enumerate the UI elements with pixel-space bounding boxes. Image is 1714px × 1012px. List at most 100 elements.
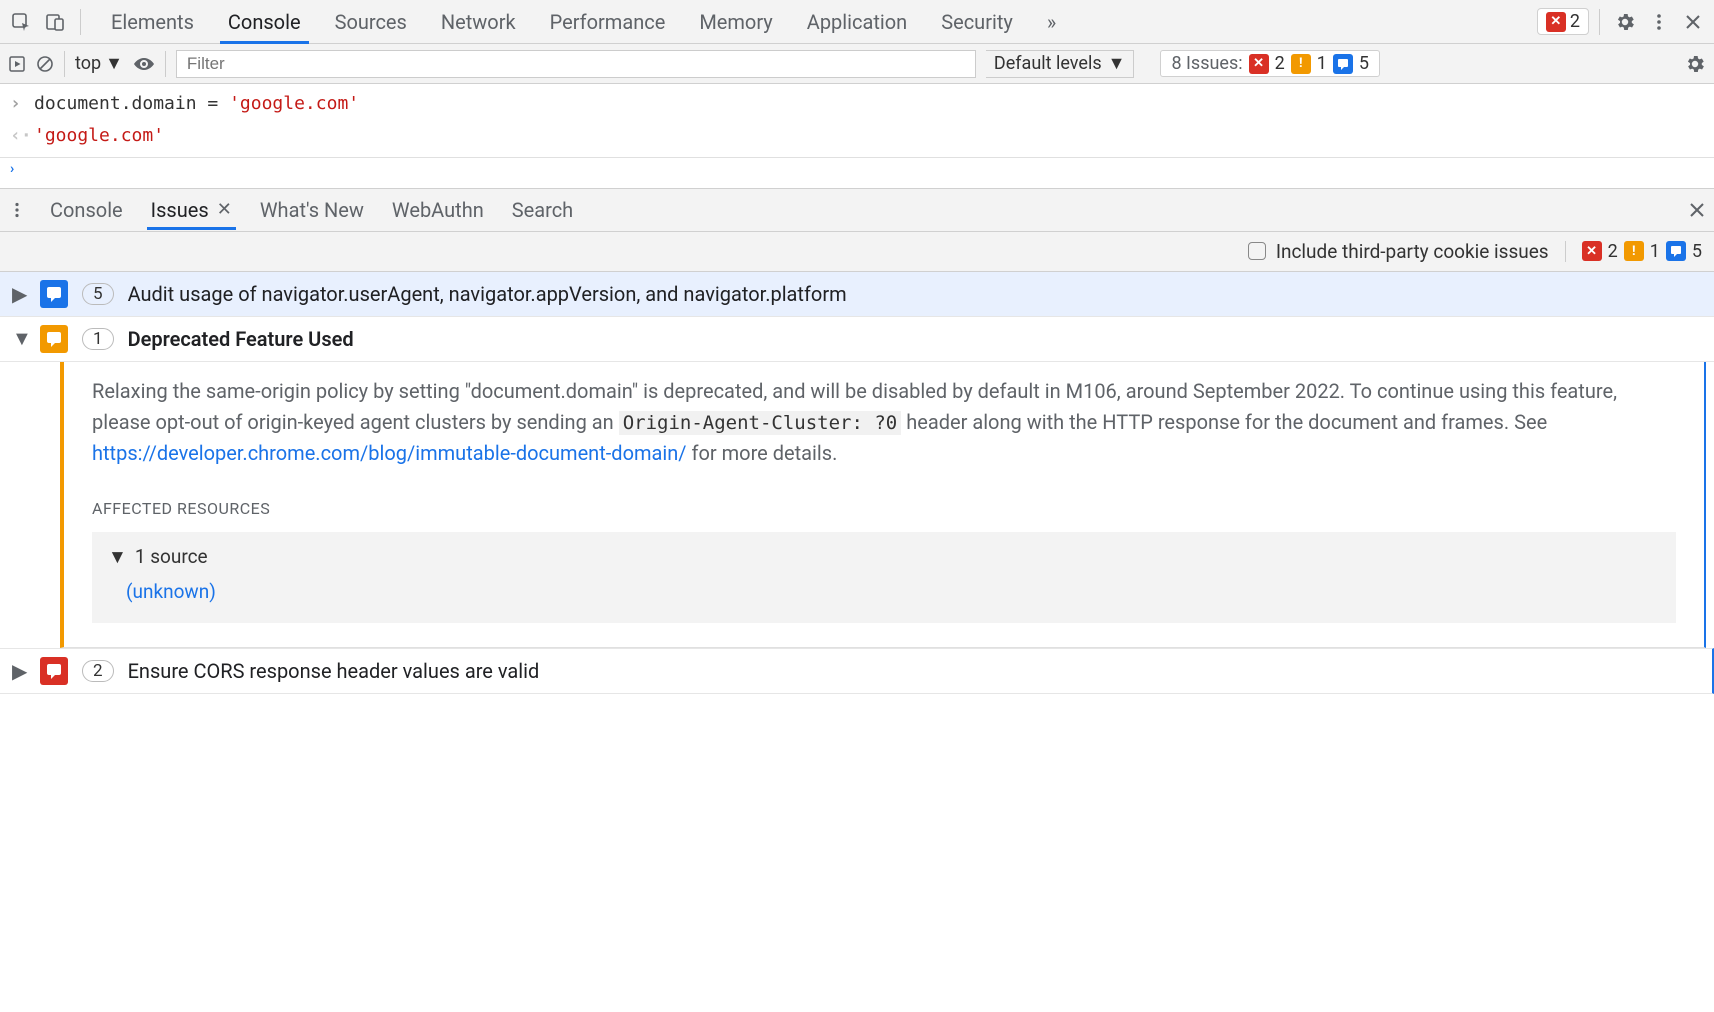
chevron-down-icon: ▼: [1108, 53, 1126, 74]
console-prompt-row[interactable]: ›: [0, 158, 1714, 180]
tab-network[interactable]: Network: [433, 0, 524, 44]
close-devtools-icon[interactable]: [1678, 7, 1708, 37]
issues-counts-bar: ✕ 2 ! 1 5: [1565, 241, 1702, 262]
desc-part2: header along with the HTTP response for …: [901, 410, 1547, 434]
affected-resources-heading: Affected Resources: [92, 497, 1676, 522]
tab-console[interactable]: Console: [220, 0, 309, 44]
warning-count: 1: [1317, 53, 1327, 74]
error-count: 2: [1275, 53, 1285, 74]
input-marker-icon: ›: [10, 88, 24, 120]
collapse-arrow-icon[interactable]: ▼: [12, 326, 26, 351]
error-kind-icon: [40, 657, 68, 685]
log-levels-select[interactable]: Default levels ▼: [986, 50, 1135, 78]
kebab-menu-icon[interactable]: [1644, 7, 1674, 37]
source-count-label: 1 source: [135, 542, 208, 571]
issue-row-deprecated[interactable]: ▼ 1 Deprecated Feature Used: [0, 317, 1714, 362]
info-count: 5: [1692, 241, 1702, 262]
issue-title: Ensure CORS response header values are v…: [128, 659, 540, 683]
filter-input[interactable]: [176, 50, 976, 78]
tab-performance[interactable]: Performance: [542, 0, 674, 44]
warning-count: 1: [1650, 241, 1660, 262]
issues-options-bar: Include third-party cookie issues ✕ 2 ! …: [0, 232, 1714, 272]
expand-arrow-icon[interactable]: ▶: [12, 659, 26, 683]
separator: [80, 9, 81, 35]
collapse-arrow-icon[interactable]: ▼: [108, 542, 127, 571]
drawer-tab-issues-label: Issues: [151, 198, 209, 222]
context-label: top: [75, 53, 101, 74]
drawer-tab-search[interactable]: Search: [508, 190, 577, 230]
console-toolbar: top ▼ Default levels ▼ 8 Issues: ✕ 2 ! 1…: [0, 44, 1714, 84]
live-expression-eye-icon[interactable]: [133, 56, 155, 72]
devtools-topbar: Elements Console Sources Network Perform…: [0, 0, 1714, 44]
tab-security[interactable]: Security: [933, 0, 1021, 44]
issues-label: 8 Issues:: [1171, 53, 1242, 74]
error-count-text: 2: [1570, 11, 1580, 32]
affected-source-row[interactable]: ▼ 1 source: [108, 542, 1660, 571]
issue-row-audit[interactable]: ▶ 5 Audit usage of navigator.userAgent, …: [0, 272, 1714, 317]
third-party-cookie-toggle[interactable]: Include third-party cookie issues: [1248, 240, 1549, 263]
desc-part3: for more details.: [687, 441, 838, 465]
console-output-value: 'google.com': [34, 120, 164, 152]
separator: [1599, 9, 1600, 35]
warning-kind-icon: [40, 325, 68, 353]
issue-count-badge: 1: [82, 328, 114, 350]
chevron-down-icon: ▼: [105, 53, 123, 74]
expand-arrow-icon[interactable]: ▶: [12, 282, 26, 306]
error-icon: ✕: [1249, 54, 1269, 74]
issue-title: Deprecated Feature Used: [128, 327, 354, 351]
error-icon: ✕: [1582, 241, 1602, 261]
settings-gear-icon[interactable]: [1610, 7, 1640, 37]
drawer-tab-issues[interactable]: Issues ✕: [147, 190, 236, 230]
console-settings-gear-icon[interactable]: [1684, 53, 1706, 75]
code-string-token: 'google.com': [229, 93, 359, 114]
issue-description: Relaxing the same-origin policy by setti…: [92, 376, 1676, 469]
issue-title: Audit usage of navigator.userAgent, navi…: [128, 282, 847, 306]
console-input-code: document.domain = 'google.com': [34, 88, 359, 120]
toggle-sidebar-icon[interactable]: [8, 55, 26, 73]
close-tab-icon[interactable]: ✕: [217, 199, 232, 220]
drawer-kebab-icon[interactable]: [8, 201, 26, 219]
console-output-row: ‹· 'google.com': [0, 120, 1714, 152]
affected-resources-box: ▼ 1 source (unknown): [92, 532, 1676, 623]
device-toolbar-icon[interactable]: [40, 7, 70, 37]
error-count: 2: [1608, 241, 1618, 262]
issue-body-deprecated: Relaxing the same-origin policy by setti…: [60, 362, 1706, 648]
clear-console-icon[interactable]: [36, 55, 54, 73]
drawer-tab-console[interactable]: Console: [46, 190, 127, 230]
desc-code: Origin-Agent-Cluster: ?0: [619, 411, 902, 435]
inspect-element-icon[interactable]: [6, 7, 36, 37]
warning-icon: !: [1624, 241, 1644, 261]
issue-count-badge: 2: [82, 660, 114, 682]
tab-application[interactable]: Application: [799, 0, 915, 44]
issue-count-badge: 5: [82, 283, 114, 305]
close-drawer-icon[interactable]: [1688, 201, 1706, 219]
affected-source-unknown[interactable]: (unknown): [108, 571, 1660, 612]
levels-label: Default levels: [994, 53, 1102, 74]
warning-icon: !: [1291, 54, 1311, 74]
checkbox-icon[interactable]: [1248, 242, 1266, 260]
info-kind-icon: [40, 280, 68, 308]
drawer-tabs: Console Issues ✕ What's New WebAuthn Sea…: [0, 188, 1714, 232]
third-party-label: Include third-party cookie issues: [1276, 240, 1549, 263]
console-input-row: › document.domain = 'google.com': [0, 88, 1714, 120]
error-icon: ✕: [1546, 12, 1566, 32]
separator: [165, 51, 166, 77]
separator: [64, 51, 65, 77]
console-log-area: › document.domain = 'google.com' ‹· 'goo…: [0, 84, 1714, 158]
issue-row-cors[interactable]: ▶ 2 Ensure CORS response header values a…: [0, 648, 1714, 694]
drawer-tab-whatsnew[interactable]: What's New: [256, 190, 368, 230]
tab-memory[interactable]: Memory: [691, 0, 780, 44]
prompt-marker-icon: ›: [10, 161, 24, 177]
info-icon: [1333, 54, 1353, 74]
issue-link[interactable]: https://developer.chrome.com/blog/immuta…: [92, 441, 687, 465]
execution-context-select[interactable]: top ▼: [75, 53, 123, 74]
info-count: 5: [1359, 53, 1369, 74]
tab-sources[interactable]: Sources: [327, 0, 415, 44]
code-token: document.domain =: [34, 93, 229, 114]
tab-elements[interactable]: Elements: [103, 0, 202, 44]
issues-summary-button[interactable]: 8 Issues: ✕ 2 ! 1 5: [1160, 50, 1380, 77]
output-marker-icon: ‹·: [10, 120, 24, 152]
more-tabs-icon[interactable]: »: [1039, 0, 1064, 44]
drawer-tab-webauthn[interactable]: WebAuthn: [388, 190, 488, 230]
error-count-pill[interactable]: ✕ 2: [1537, 8, 1589, 35]
